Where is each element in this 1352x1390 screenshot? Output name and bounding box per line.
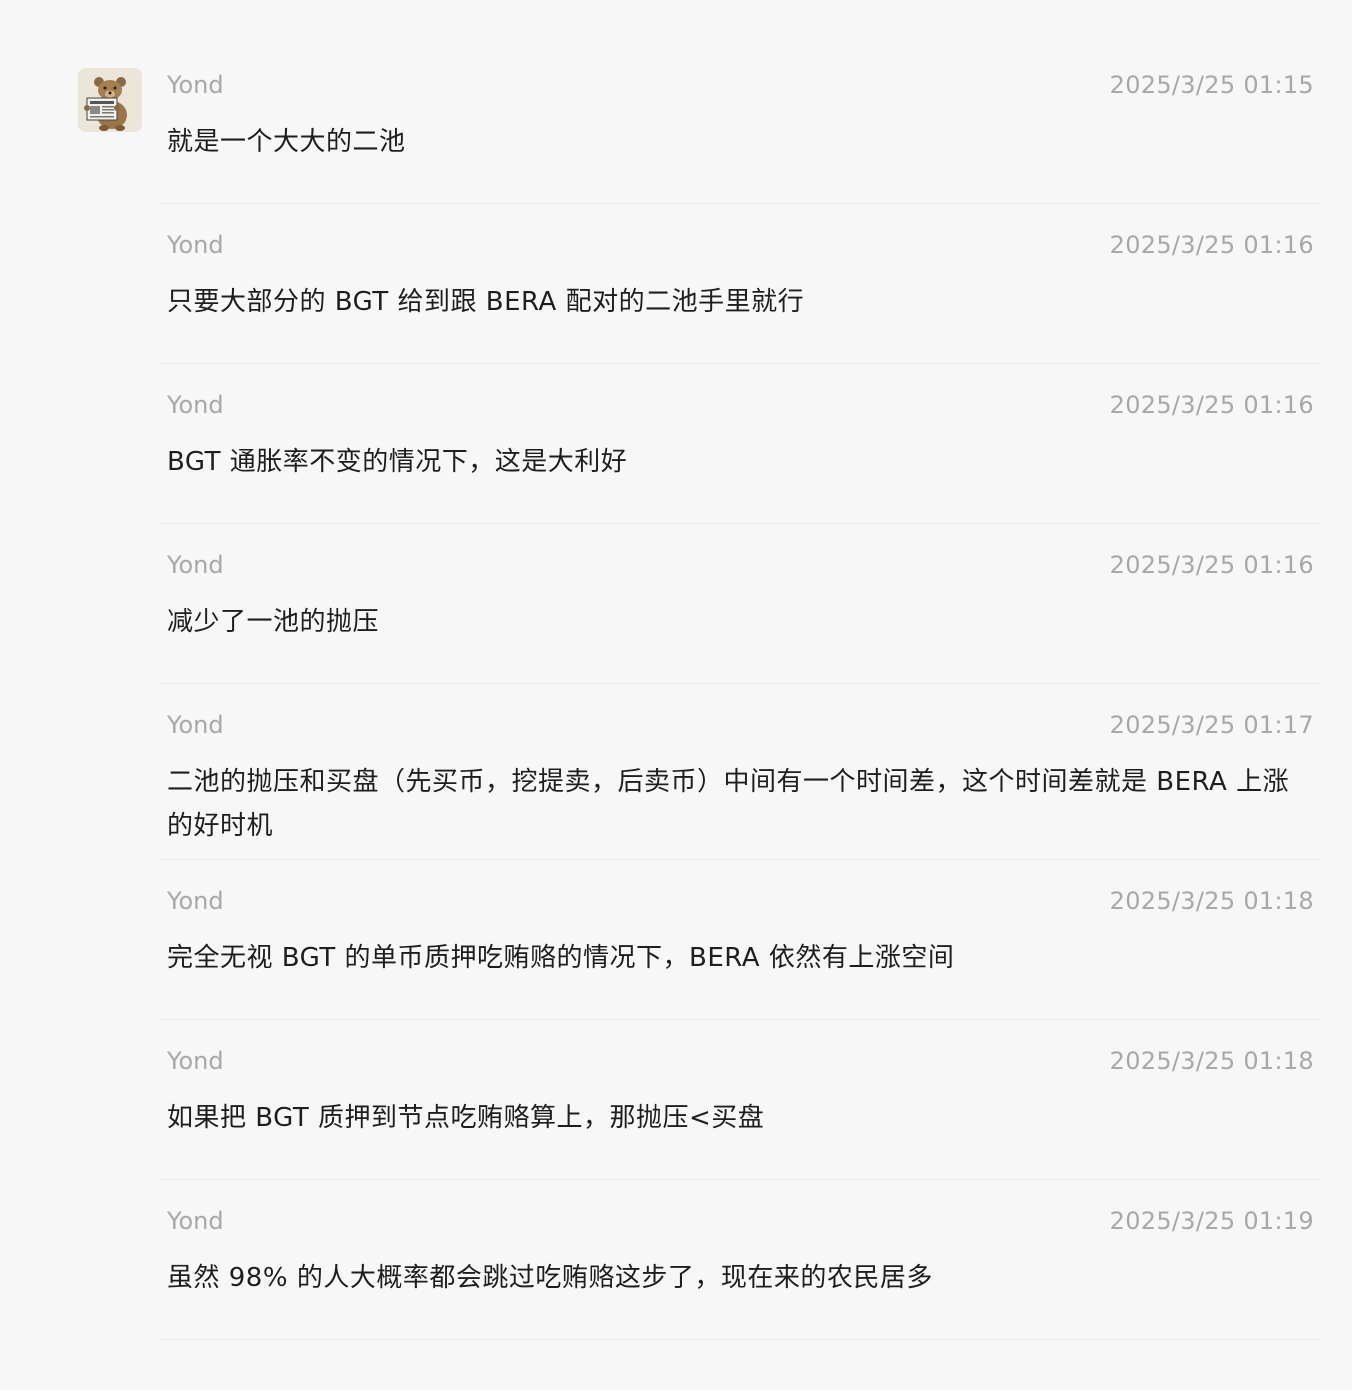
message-timestamp: 2025/3/25 01:16 [1109, 551, 1314, 579]
message-timestamp: 2025/3/25 01:17 [1109, 711, 1314, 739]
sender-name[interactable]: Yond [167, 1206, 224, 1236]
avatar[interactable] [78, 68, 142, 132]
message-item: Yond 2025/3/25 01:19 虽然 98% 的人大概率都会跳过吃贿赂… [160, 1204, 1320, 1340]
message-item: Yond 2025/3/25 01:17 二池的抛压和买盘（先买币，挖提卖，后卖… [160, 708, 1320, 860]
message-item: Yond 2025/3/25 01:18 完全无视 BGT 的单币质押吃贿赂的情… [160, 884, 1320, 1020]
message-item: Yond 2025/3/25 01:15 就是一个大大的二池 [160, 68, 1320, 204]
sender-name[interactable]: Yond [167, 1046, 224, 1076]
message-timestamp: 2025/3/25 01:18 [1109, 887, 1314, 915]
message-header: Yond 2025/3/25 01:16 [167, 550, 1314, 580]
message-timestamp: 2025/3/25 01:15 [1109, 71, 1314, 99]
message-header: Yond 2025/3/25 01:16 [167, 230, 1314, 260]
sender-name[interactable]: Yond [167, 230, 224, 260]
message-header: Yond 2025/3/25 01:18 [167, 1046, 1314, 1076]
message-header: Yond 2025/3/25 01:15 [167, 70, 1314, 100]
sender-name[interactable]: Yond [167, 550, 224, 580]
sender-name[interactable]: Yond [167, 710, 224, 740]
message-text: 如果把 BGT 质押到节点吃贿赂算上，那抛压<买盘 [167, 1103, 765, 1133]
message-text: 完全无视 BGT 的单币质押吃贿赂的情况下，BERA 依然有上涨空间 [167, 943, 955, 973]
message-header: Yond 2025/3/25 01:19 [167, 1206, 1314, 1236]
message-header: Yond 2025/3/25 01:18 [167, 886, 1314, 916]
message-text: BGT 通胀率不变的情况下，这是大利好 [167, 447, 628, 477]
message-timestamp: 2025/3/25 01:18 [1109, 1047, 1314, 1075]
message-text: 只要大部分的 BGT 给到跟 BERA 配对的二池手里就行 [167, 287, 805, 317]
message-timestamp: 2025/3/25 01:16 [1109, 231, 1314, 259]
message-item: Yond 2025/3/25 01:16 BGT 通胀率不变的情况下，这是大利好 [160, 388, 1320, 524]
message-text: 二池的抛压和买盘（先买币，挖提卖，后卖币）中间有一个时间差，这个时间差就是 BE… [167, 767, 1290, 841]
sender-name[interactable]: Yond [167, 886, 224, 916]
message-item: Yond 2025/3/25 01:18 如果把 BGT 质押到节点吃贿赂算上，… [160, 1044, 1320, 1180]
sender-name[interactable]: Yond [167, 70, 224, 100]
message-header: Yond 2025/3/25 01:17 [167, 710, 1314, 740]
message-text: 就是一个大大的二池 [167, 127, 406, 157]
sender-name[interactable]: Yond [167, 390, 224, 420]
message-text: 虽然 98% 的人大概率都会跳过吃贿赂这步了，现在来的农民居多 [167, 1263, 933, 1293]
message-timestamp: 2025/3/25 01:19 [1109, 1207, 1314, 1235]
chat-message-list: Yond 2025/3/25 01:15 就是一个大大的二池 Yond 2025… [0, 0, 1352, 1390]
message-item: Yond 2025/3/25 01:16 减少了一池的抛压 [160, 548, 1320, 684]
message-timestamp: 2025/3/25 01:16 [1109, 391, 1314, 419]
message-text: 减少了一池的抛压 [167, 607, 380, 637]
message-item: Yond 2025/3/25 01:16 只要大部分的 BGT 给到跟 BERA… [160, 228, 1320, 364]
message-header: Yond 2025/3/25 01:16 [167, 390, 1314, 420]
bear-reading-newspaper-icon [78, 68, 142, 132]
